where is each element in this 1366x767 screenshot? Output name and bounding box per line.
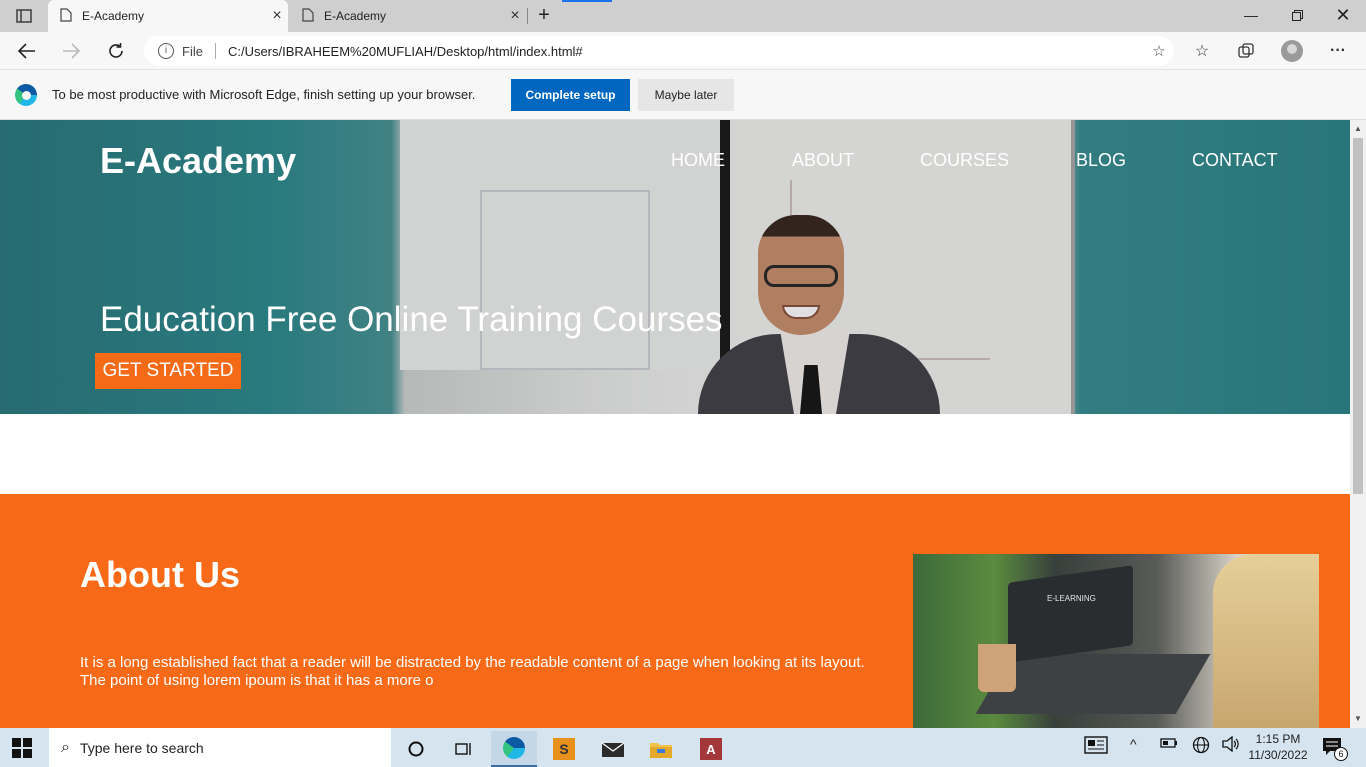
close-window-button[interactable]: ✕ — [1320, 0, 1366, 30]
scheme-label: File — [182, 43, 203, 59]
close-tab-icon[interactable]: × — [266, 7, 288, 25]
scroll-down-icon[interactable]: ▼ — [1354, 714, 1362, 723]
tab-strip: E-Academy × E-Academy × + — ✕ — [0, 0, 1366, 32]
e-learning-image: E-LEARNING — [913, 554, 1319, 728]
hero-title: Education Free Online Training Courses — [100, 300, 723, 339]
get-started-button[interactable]: GET STARTED — [95, 353, 241, 389]
about-title: About Us — [80, 554, 240, 595]
page-scrollbar[interactable]: ▲ ▼ — [1350, 120, 1366, 728]
more-options-icon[interactable]: ··· — [1324, 38, 1352, 64]
address-divider — [214, 43, 216, 59]
person-hair — [1213, 554, 1319, 728]
tab-indicator — [562, 0, 612, 2]
restore-button[interactable] — [1274, 0, 1320, 30]
access-icon[interactable]: A — [688, 731, 734, 767]
cortana-icon[interactable] — [393, 731, 439, 767]
task-view-icon[interactable] — [441, 731, 487, 767]
news-widget-icon[interactable] — [1084, 736, 1108, 757]
tab-title: E-Academy — [324, 9, 387, 23]
windows-taskbar: ⌕ Type here to search S A ^ 1:15 PM 11/3… — [0, 728, 1366, 767]
tab-actions-icon[interactable] — [10, 6, 38, 26]
search-icon: ⌕ — [61, 738, 70, 756]
scroll-thumb[interactable] — [1353, 138, 1363, 494]
tab-e-academy-active[interactable]: E-Academy × — [48, 0, 288, 32]
back-button[interactable] — [14, 38, 40, 64]
tab-e-academy[interactable]: E-Academy × — [290, 0, 526, 32]
add-favorite-icon[interactable]: ☆ — [1144, 42, 1174, 60]
system-clock[interactable]: 1:15 PM 11/30/2022 — [1248, 731, 1308, 763]
notification-center-icon[interactable]: 6 — [1322, 737, 1348, 761]
nav-home[interactable]: HOME — [671, 150, 725, 171]
complete-setup-button[interactable]: Complete setup — [511, 79, 630, 111]
tab-title: E-Academy — [82, 9, 145, 23]
profile-avatar[interactable] — [1281, 40, 1303, 62]
taskbar-search[interactable]: ⌕ Type here to search — [49, 728, 391, 767]
mail-icon[interactable] — [590, 731, 636, 767]
about-section: About Us It is a long established fact t… — [0, 494, 1350, 728]
edge-taskbar-icon[interactable] — [491, 731, 537, 767]
address-toolbar: i File C:/Users/IBRAHEEM%20MUFLIAH/Deskt… — [0, 32, 1366, 70]
show-hidden-icons[interactable]: ^ — [1130, 736, 1137, 752]
tab-divider — [527, 8, 528, 24]
minimize-button[interactable]: — — [1228, 0, 1274, 30]
setup-infobar: To be most productive with Microsoft Edg… — [0, 70, 1366, 120]
info-icon[interactable]: i — [158, 43, 174, 59]
coffee-cup — [978, 644, 1016, 692]
forward-button[interactable] — [58, 38, 84, 64]
laptop-caption: E-LEARNING — [1047, 594, 1096, 603]
hero-section: E-Academy HOME ABOUT COURSES BLOG CONTAC… — [0, 120, 1350, 414]
address-bar[interactable]: i File C:/Users/IBRAHEEM%20MUFLIAH/Deskt… — [144, 36, 1174, 66]
laptop-screen — [1008, 565, 1133, 663]
favorites-icon[interactable]: ☆ — [1188, 38, 1216, 64]
clock-time: 1:15 PM — [1255, 732, 1301, 746]
maybe-later-button[interactable]: Maybe later — [638, 79, 734, 111]
notification-badge: 6 — [1334, 747, 1348, 761]
new-tab-button[interactable]: + — [532, 4, 556, 28]
nav-courses[interactable]: COURSES — [920, 150, 1009, 171]
battery-icon[interactable] — [1160, 736, 1178, 752]
about-text: It is a long established fact that a rea… — [80, 654, 865, 689]
edge-logo-icon — [15, 84, 37, 106]
sublime-text-icon[interactable]: S — [541, 731, 587, 767]
site-brand[interactable]: E-Academy — [100, 140, 296, 182]
infobar-message: To be most productive with Microsoft Edg… — [52, 87, 476, 102]
page-icon — [302, 7, 314, 25]
search-placeholder: Type here to search — [79, 739, 204, 756]
nav-blog[interactable]: BLOG — [1076, 150, 1126, 171]
file-explorer-icon[interactable] — [638, 731, 684, 767]
refresh-button[interactable] — [103, 38, 129, 64]
windows-start-icon[interactable] — [12, 738, 36, 758]
nav-contact[interactable]: CONTACT — [1192, 150, 1278, 171]
page-viewport: E-Academy HOME ABOUT COURSES BLOG CONTAC… — [0, 120, 1350, 728]
nav-about[interactable]: ABOUT — [792, 150, 854, 171]
network-globe-icon[interactable] — [1192, 736, 1210, 757]
url-text[interactable]: C:/Users/IBRAHEEM%20MUFLIAH/Desktop/html… — [228, 44, 1144, 59]
clock-date: 11/30/2022 — [1248, 748, 1308, 762]
volume-icon[interactable] — [1222, 735, 1240, 755]
collections-icon[interactable] — [1232, 38, 1260, 64]
scroll-up-icon[interactable]: ▲ — [1354, 124, 1362, 133]
page-icon — [60, 7, 72, 25]
close-tab-icon[interactable]: × — [504, 7, 526, 25]
